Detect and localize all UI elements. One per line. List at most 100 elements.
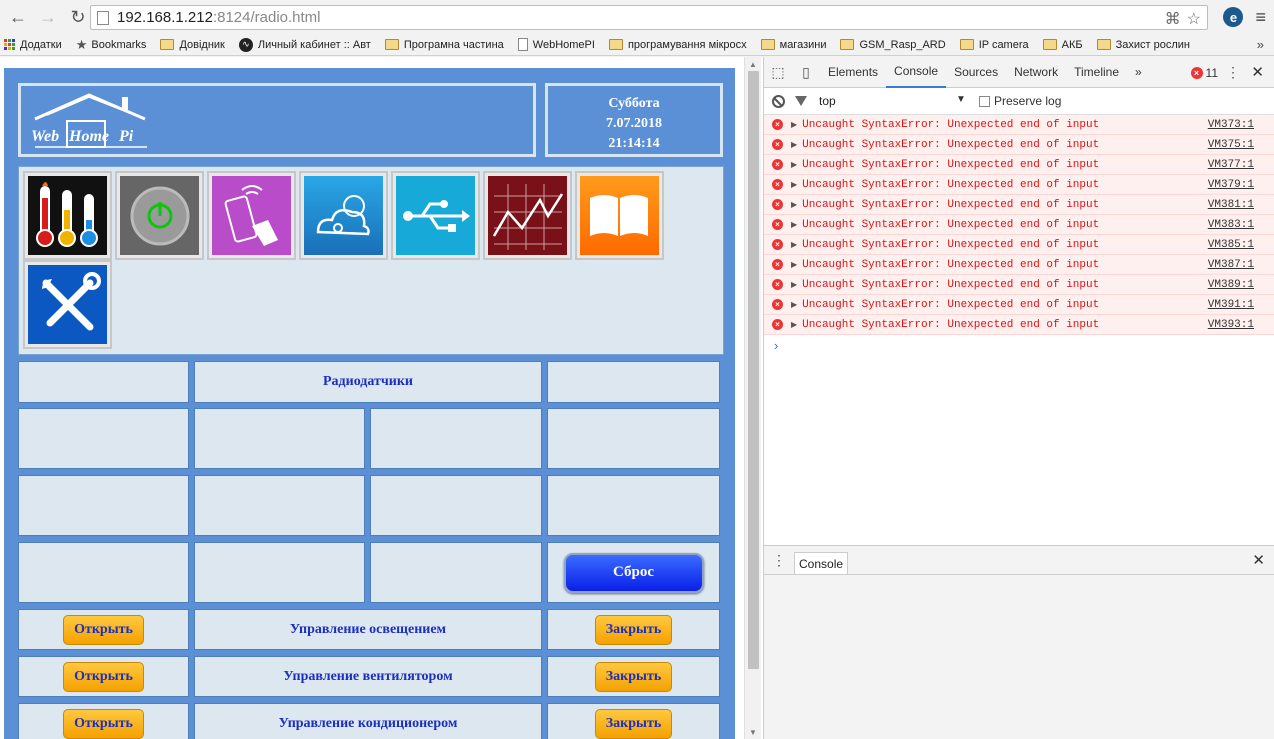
error-source-link[interactable]: VM379:1 (1208, 179, 1254, 191)
error-source-link[interactable]: VM385:1 (1208, 239, 1254, 251)
context-selector[interactable]: top (819, 94, 959, 108)
expand-triangle-icon[interactable]: ▶ (791, 160, 797, 170)
console-error-row[interactable]: × ▶ Uncaught SyntaxError: Unexpected end o… (764, 155, 1274, 175)
apps-icon (4, 39, 15, 50)
devtools-menu-icon[interactable]: ⋮ (1226, 64, 1240, 81)
preserve-log-checkbox[interactable] (979, 95, 990, 107)
preserve-log-toggle[interactable]: Preserve log (979, 94, 1061, 108)
ac-open-button[interactable]: Открыть (63, 708, 144, 739)
bookmark-item[interactable]: Додатки (4, 39, 62, 51)
error-source-link[interactable]: VM381:1 (1208, 199, 1254, 211)
reload-button[interactable]: ↻ (66, 5, 90, 29)
fan-open-button[interactable]: Открыть (63, 661, 144, 692)
error-source-link[interactable]: VM393:1 (1208, 319, 1254, 331)
fan-close-button[interactable]: Закрыть (594, 661, 673, 692)
error-source-link[interactable]: VM383:1 (1208, 219, 1254, 231)
tab-sources[interactable]: Sources (946, 57, 1006, 88)
translate-icon[interactable]: ⌘ (1165, 9, 1181, 29)
expand-triangle-icon[interactable]: ▶ (791, 140, 797, 150)
ac-close-button[interactable]: Закрыть (594, 708, 673, 739)
bookmark-item[interactable]: IP camera (959, 39, 1029, 51)
console-error-row[interactable]: × ▶ Uncaught SyntaxError: Unexpected end o… (764, 315, 1274, 335)
console-error-row[interactable]: × ▶ Uncaught SyntaxError: Unexpected end o… (764, 135, 1274, 155)
console-error-row[interactable]: × ▶ Uncaught SyntaxError: Unexpected end o… (764, 115, 1274, 135)
error-source-link[interactable]: VM391:1 (1208, 299, 1254, 311)
bookmark-item[interactable]: ★ Bookmarks (76, 37, 147, 53)
error-message: Uncaught SyntaxError: Unexpected end of … (802, 218, 1100, 231)
error-source-link[interactable]: VM377:1 (1208, 159, 1254, 171)
bookmark-item[interactable]: ∿ Личный кабинет :: Авт (238, 37, 371, 52)
bookmark-item[interactable]: АКБ (1042, 39, 1083, 51)
more-tabs-button[interactable]: » (1127, 57, 1150, 88)
bookmark-item[interactable]: Захист рослин (1096, 39, 1190, 51)
reset-button[interactable]: Сброс (563, 552, 704, 593)
bookmark-item[interactable]: Програмна частина (384, 39, 504, 51)
bookmark-item[interactable]: магазини (760, 39, 826, 51)
tile-usb[interactable] (391, 171, 480, 260)
drawer-menu-icon[interactable]: ⋮ (764, 552, 794, 569)
console-prompt[interactable]: › (764, 335, 1274, 355)
device-mode-icon[interactable]: ▯ (792, 57, 820, 88)
close-cell: Закрыть (547, 609, 720, 650)
console-error-row[interactable]: × ▶ Uncaught SyntaxError: Unexpected end o… (764, 195, 1274, 215)
bookmark-item[interactable]: програмування мікросх (608, 39, 747, 51)
tile-remote[interactable] (207, 171, 296, 260)
clear-console-icon[interactable] (772, 94, 785, 108)
tab-elements[interactable]: Elements (820, 57, 886, 88)
tab-console[interactable]: Console (886, 57, 947, 88)
tab-timeline[interactable]: Timeline (1066, 57, 1127, 88)
scrollbar-thumb[interactable] (748, 71, 759, 669)
expand-triangle-icon[interactable]: ▶ (791, 300, 797, 310)
tile-tools[interactable] (23, 260, 112, 349)
console-error-row[interactable]: × ▶ Uncaught SyntaxError: Unexpected end o… (764, 215, 1274, 235)
expand-triangle-icon[interactable]: ▶ (791, 120, 797, 130)
drawer-tab-console[interactable]: Console (794, 552, 849, 574)
scroll-up-icon[interactable]: ▲ (749, 60, 757, 69)
tab-network[interactable]: Network (1006, 57, 1066, 88)
lighting-close-button[interactable]: Закрыть (594, 614, 673, 645)
expand-triangle-icon[interactable]: ▶ (791, 220, 797, 230)
page-scrollbar[interactable]: ▲ ▼ (744, 57, 761, 739)
address-bar[interactable]: 192.168.1.212:8124/radio.html ⌘ ☆ (90, 5, 1208, 30)
bookmark-item[interactable]: WebHomePI (517, 38, 595, 51)
expand-triangle-icon[interactable]: ▶ (791, 240, 797, 250)
logo-panel[interactable]: Web Home Pi (18, 83, 536, 157)
bookmark-item[interactable]: GSM_Rasp_ARD (840, 39, 946, 51)
bookmark-item[interactable]: Довідник (160, 39, 225, 51)
console-error-row[interactable]: × ▶ Uncaught SyntaxError: Unexpected end o… (764, 275, 1274, 295)
error-source-link[interactable]: VM373:1 (1208, 119, 1254, 131)
error-source-link[interactable]: VM375:1 (1208, 139, 1254, 151)
lighting-open-button[interactable]: Открыть (63, 614, 144, 645)
error-source-link[interactable]: VM387:1 (1208, 259, 1254, 271)
grid-cell (547, 361, 720, 403)
chrome-menu-icon[interactable]: ≡ (1255, 7, 1266, 27)
error-counter[interactable]: × 11 (1190, 66, 1218, 80)
tile-weather[interactable] (299, 171, 388, 260)
expand-triangle-icon[interactable]: ▶ (791, 320, 797, 330)
console-error-row[interactable]: × ▶ Uncaught SyntaxError: Unexpected end o… (764, 255, 1274, 275)
expand-triangle-icon[interactable]: ▶ (791, 260, 797, 270)
console-error-row[interactable]: × ▶ Uncaught SyntaxError: Unexpected end o… (764, 175, 1274, 195)
drawer-close-icon[interactable]: ✕ (1252, 551, 1265, 569)
forward-button[interactable]: → (36, 5, 60, 29)
filter-icon[interactable] (795, 96, 807, 106)
inspect-icon[interactable]: ⬚ (764, 57, 792, 88)
expand-triangle-icon[interactable]: ▶ (791, 180, 797, 190)
bookmark-star-icon[interactable]: ☆ (1187, 9, 1201, 29)
console-error-row[interactable]: × ▶ Uncaught SyntaxError: Unexpected end o… (764, 235, 1274, 255)
extension-icon[interactable]: e (1223, 7, 1244, 27)
console-error-row[interactable]: × ▶ Uncaught SyntaxError: Unexpected end o… (764, 295, 1274, 315)
tile-chart[interactable] (483, 171, 572, 260)
devtools-tabbar: ⬚ ▯ Elements Console Sources Network Tim… (764, 57, 1274, 88)
tile-thermometers[interactable] (23, 171, 112, 260)
error-source-link[interactable]: VM389:1 (1208, 279, 1254, 291)
dropdown-arrow-icon[interactable]: ▼ (956, 94, 966, 105)
tile-book[interactable] (575, 171, 664, 260)
devtools-close-icon[interactable]: ✕ (1251, 63, 1264, 81)
bookmarks-overflow-icon[interactable]: » (1257, 37, 1264, 52)
tile-power[interactable] (115, 171, 204, 260)
scroll-down-icon[interactable]: ▼ (749, 728, 757, 737)
expand-triangle-icon[interactable]: ▶ (791, 280, 797, 290)
back-button[interactable]: ← (6, 5, 30, 29)
expand-triangle-icon[interactable]: ▶ (791, 200, 797, 210)
